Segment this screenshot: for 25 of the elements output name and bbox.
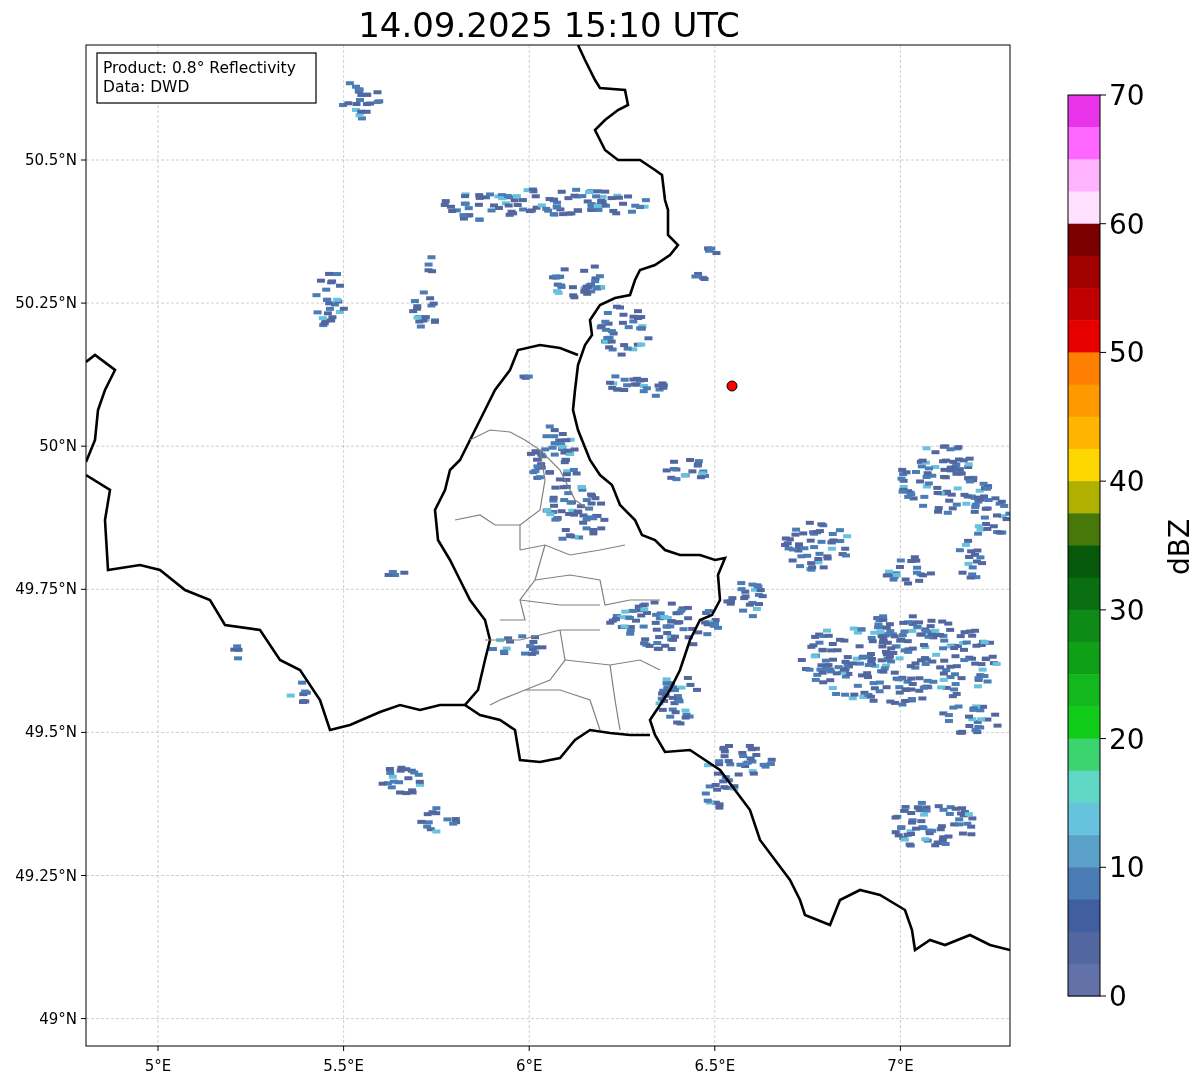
axis-tick-label: 49.5°N (24, 723, 77, 742)
colorbar-tick-label: 10 (1109, 851, 1145, 885)
axis-tick-label: 49.75°N (15, 580, 77, 599)
colorbar-tick-label: 20 (1109, 722, 1145, 756)
radar-site-marker (726, 380, 738, 392)
axis-tick-label: 50°N (39, 437, 77, 456)
annotation-text: Product: 0.8° Reflectivity (103, 59, 296, 77)
axis-tick-label: 49°N (39, 1009, 77, 1028)
colorbar-tick-label: 60 (1109, 207, 1145, 241)
chart-title: 14.09.2025 15:10 UTC (358, 5, 740, 45)
axis-tick-label: 49.25°N (15, 866, 77, 885)
colorbar-tick-label: 40 (1109, 465, 1145, 499)
axis-tick-label: 6°E (515, 1057, 543, 1075)
colorbar-label: dBZ (1163, 518, 1196, 576)
colorbar-tick-label: 30 (1109, 593, 1145, 627)
axis-tick-label: 50.5°N (24, 151, 77, 169)
annotation-text: Data: DWD (103, 78, 190, 96)
colorbar-tick-label: 70 (1109, 79, 1145, 112)
axis-tick-label: 5°E (144, 1057, 172, 1075)
colorbar-tick-label: 50 (1109, 336, 1145, 370)
colorbar-tick-label: 0 (1109, 980, 1127, 1013)
axis-tick-label: 6.5°E (694, 1057, 736, 1075)
axis-tick-label: 50.25°N (15, 294, 77, 313)
axis-tick-label: 7°E (887, 1057, 914, 1075)
axis-tick-label: 5.5°E (323, 1057, 364, 1075)
